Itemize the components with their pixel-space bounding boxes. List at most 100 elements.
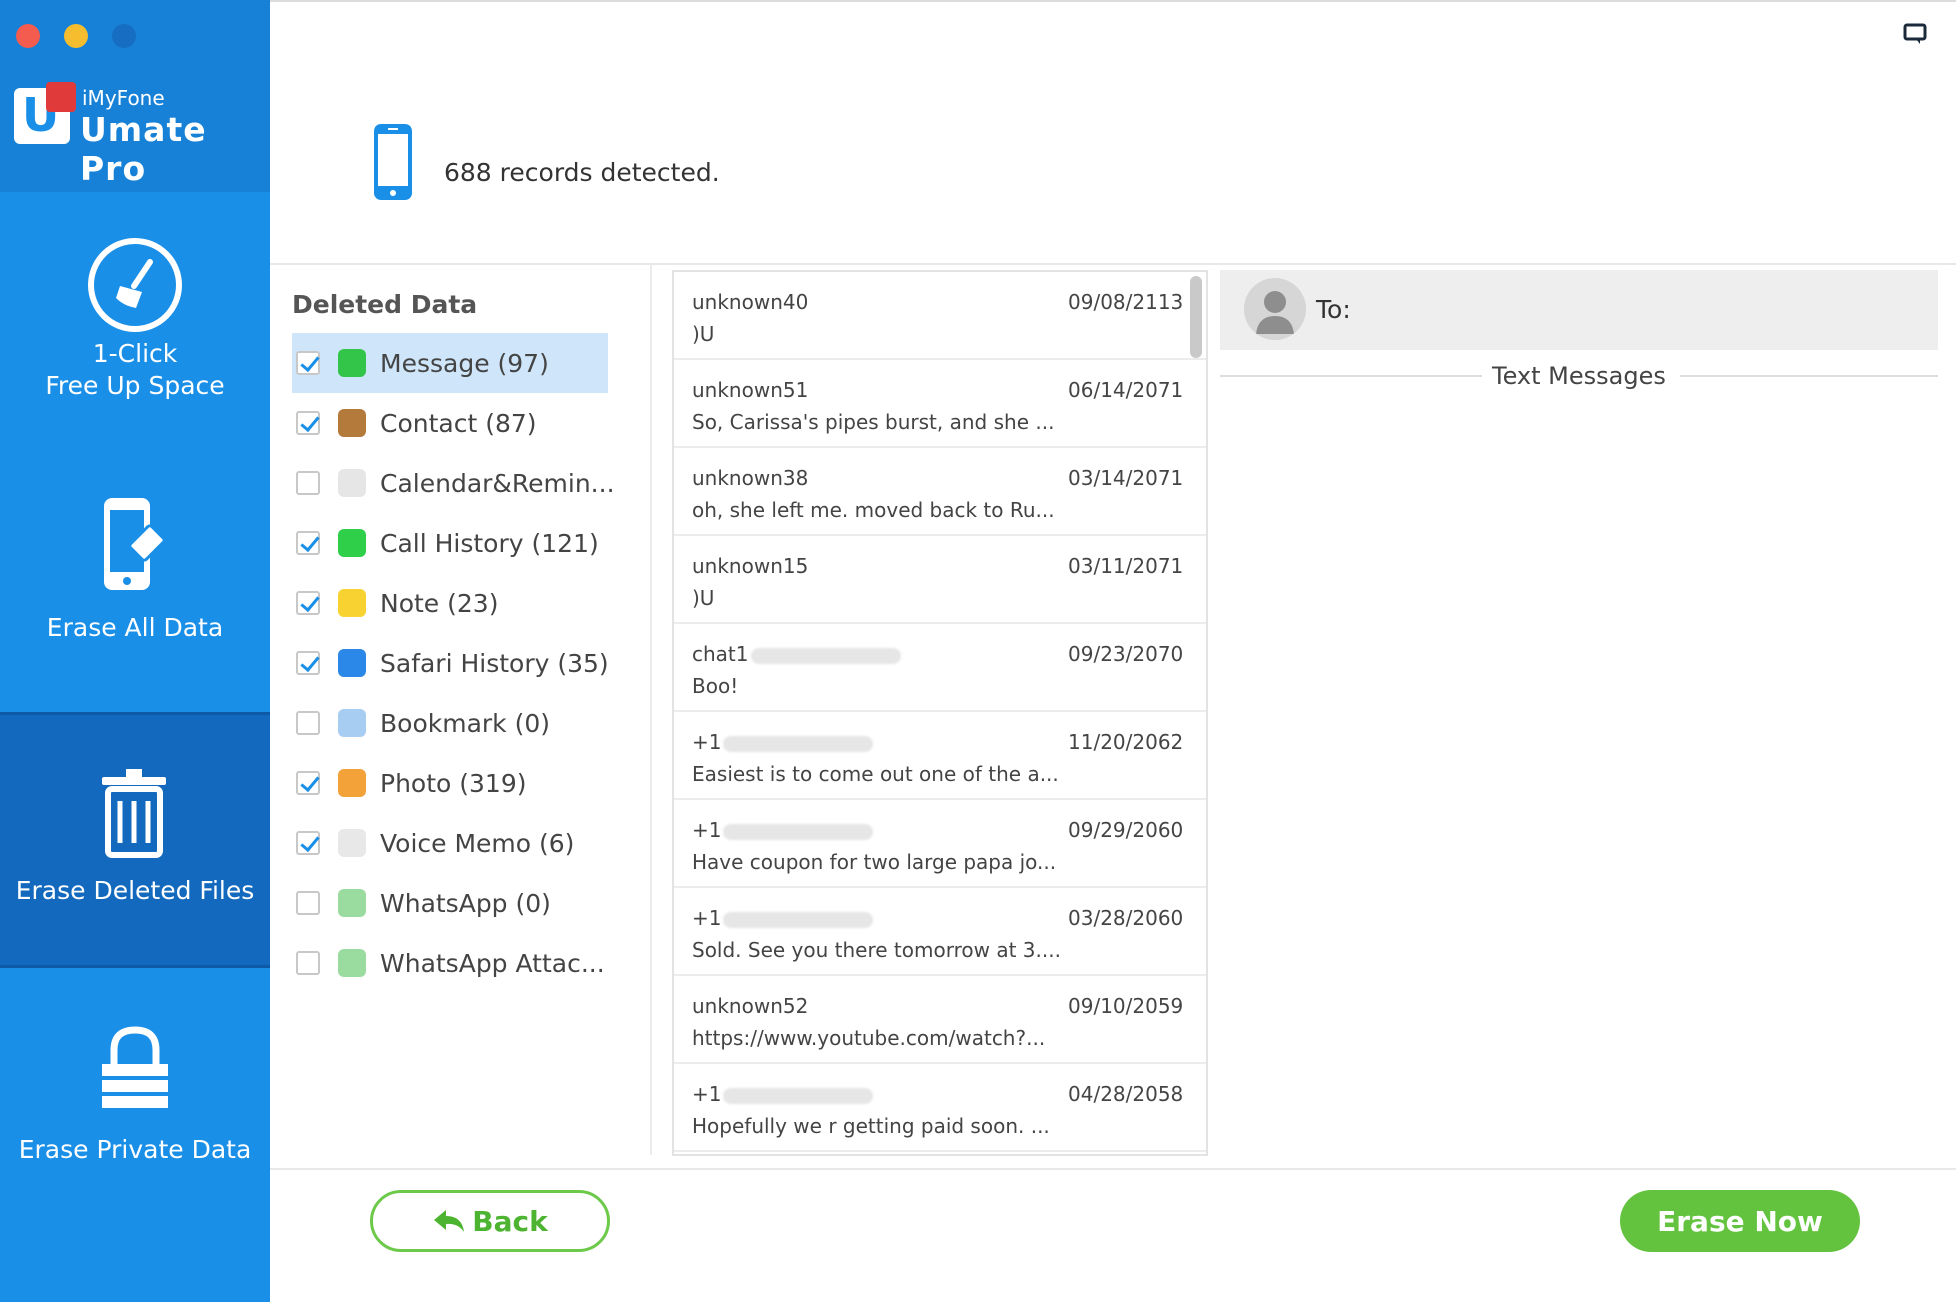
minimize-window-button[interactable]	[64, 24, 88, 48]
back-arrow-icon	[434, 1210, 465, 1232]
message-sender-text: unknown40	[692, 290, 809, 314]
whatsapp-attachment-icon	[338, 949, 366, 977]
category-item[interactable]: Voice Memo (6)	[292, 813, 608, 873]
to-label: To:	[1316, 295, 1351, 324]
category-checkbox[interactable]	[296, 591, 320, 615]
erase-now-button[interactable]: Erase Now	[1620, 1190, 1860, 1252]
message-date: 11/20/2062	[1068, 730, 1184, 754]
message-date: 03/11/2071	[1068, 554, 1184, 578]
redacted-number	[750, 647, 901, 664]
category-item[interactable]: Note (23)	[292, 573, 608, 633]
category-label: WhatsApp Attac...	[380, 948, 605, 978]
broom-icon	[88, 238, 182, 332]
category-item[interactable]: WhatsApp (0)	[292, 873, 608, 933]
category-checkbox[interactable]	[296, 771, 320, 795]
category-checkbox[interactable]	[296, 951, 320, 975]
back-button[interactable]: Back	[370, 1190, 610, 1252]
message-row[interactable]: unknown51 06/14/2071 So, Carissa's pipes b…	[674, 360, 1206, 448]
message-row[interactable]: +1 09/29/2060 Have coupon for two large pa…	[674, 800, 1206, 888]
sidebar-item-erase-deleted-files[interactable]: Erase Deleted Files	[0, 712, 270, 968]
category-checkbox[interactable]	[296, 471, 320, 495]
message-sender: unknown52	[692, 994, 808, 1018]
category-item[interactable]: Calendar&Remin...	[292, 453, 615, 513]
message-row[interactable]: unknown38 03/14/2071 oh, she left me. move…	[674, 448, 1206, 536]
message-row[interactable]: +1 04/28/2058 Hopefully we r getting paid …	[674, 1064, 1206, 1152]
category-label: Note (23)	[380, 588, 499, 618]
message-list: unknown40 09/08/2113 )U unknown51 06/14/2071…	[672, 270, 1208, 1156]
message-row[interactable]: +1 03/28/2060 Sold. See you there tomorrow…	[674, 888, 1206, 976]
calendar-icon	[338, 469, 366, 497]
text-messages-section-label: Text Messages	[1492, 362, 1666, 390]
bookmark-icon	[338, 709, 366, 737]
feedback-icon[interactable]	[1902, 22, 1928, 48]
redacted-number	[723, 911, 874, 928]
message-row[interactable]: +1 11/20/2062 Easiest is to come out one o…	[674, 712, 1206, 800]
category-checkbox[interactable]	[296, 891, 320, 915]
message-preview: )U	[692, 586, 715, 610]
category-checkbox[interactable]	[296, 651, 320, 675]
category-label: Bookmark (0)	[380, 708, 551, 738]
category-list: Message (97) Contact (87) Calendar&Remin..…	[292, 333, 615, 993]
category-label: Photo (319)	[380, 768, 527, 798]
category-item[interactable]: Safari History (35)	[292, 633, 609, 693]
message-date: 04/28/2058	[1068, 1082, 1184, 1106]
category-checkbox[interactable]	[296, 411, 320, 435]
sidebar: U iMyFone Umate Pro 1-Click Free Up Spac…	[0, 0, 270, 1302]
category-item[interactable]: Call History (121)	[292, 513, 608, 573]
zoom-window-button[interactable]	[112, 24, 136, 48]
redacted-number	[723, 735, 874, 752]
whatsapp-icon	[338, 889, 366, 917]
message-date: 09/10/2059	[1068, 994, 1184, 1018]
erase-now-button-label: Erase Now	[1657, 1204, 1823, 1238]
divider-line	[1220, 375, 1482, 377]
phone-call-icon	[338, 529, 366, 557]
message-sender: unknown38	[692, 466, 808, 490]
category-checkbox[interactable]	[296, 531, 320, 555]
category-checkbox[interactable]	[296, 711, 320, 735]
category-item[interactable]: WhatsApp Attac...	[292, 933, 608, 993]
category-item[interactable]: Contact (87)	[292, 393, 608, 453]
redacted-number	[723, 823, 874, 840]
message-date: 09/08/2113	[1068, 290, 1184, 314]
message-row[interactable]: unknown52 09/10/2059 https://www.youtube.c…	[674, 976, 1206, 1064]
phone-eraser-icon	[104, 498, 166, 590]
message-preview: So, Carissa's pipes burst, and she ...	[692, 410, 1055, 434]
category-checkbox[interactable]	[296, 831, 320, 855]
category-checkbox[interactable]	[296, 351, 320, 375]
message-sender-text: +1	[692, 906, 722, 930]
column-divider	[650, 265, 652, 1155]
sidebar-header: U iMyFone Umate Pro	[0, 0, 270, 192]
close-window-button[interactable]	[16, 24, 40, 48]
redacted-number	[723, 1087, 874, 1104]
trash-icon	[102, 769, 166, 858]
sidebar-item-erase-private-data[interactable]: Erase Private Data	[0, 968, 270, 1302]
message-sender-text: unknown15	[692, 554, 809, 578]
message-sender: unknown51	[692, 378, 808, 402]
message-preview: Sold. See you there tomorrow at 3....	[692, 938, 1061, 962]
message-sender-text: unknown38	[692, 466, 809, 490]
message-sender: chat1	[692, 642, 901, 666]
message-row[interactable]: chat1 09/23/2070 Boo!	[674, 624, 1206, 712]
message-date: 03/14/2071	[1068, 466, 1184, 490]
category-item[interactable]: Bookmark (0)	[292, 693, 608, 753]
message-preview: https://www.youtube.com/watch?...	[692, 1026, 1046, 1050]
message-sender: unknown15	[692, 554, 808, 578]
message-date: 09/29/2060	[1068, 818, 1184, 842]
sidebar-item-1-click-free-up-space[interactable]: 1-Click Free Up Space Erase All Data	[0, 192, 270, 712]
category-item[interactable]: Message (97)	[292, 333, 608, 393]
message-row[interactable]: unknown15 03/11/2071 )U	[674, 536, 1206, 624]
contact-icon	[338, 409, 366, 437]
message-date: 03/28/2060	[1068, 906, 1184, 930]
deleted-data-heading: Deleted Data	[292, 290, 478, 319]
category-label: Contact (87)	[380, 408, 537, 438]
message-sender: +1	[692, 730, 874, 754]
category-item[interactable]: Photo (319)	[292, 753, 608, 813]
message-sender-text: +1	[692, 730, 722, 754]
lock-icon	[102, 1026, 168, 1108]
message-date: 06/14/2071	[1068, 378, 1184, 402]
message-list-scrollbar[interactable]	[1190, 276, 1202, 358]
message-preview: Hopefully we r getting paid soon. ...	[692, 1114, 1050, 1138]
message-row[interactable]: unknown40 09/08/2113)U	[674, 272, 1206, 360]
sidebar-item-label: Free Up Space	[45, 371, 225, 400]
divider-line	[1680, 375, 1938, 377]
